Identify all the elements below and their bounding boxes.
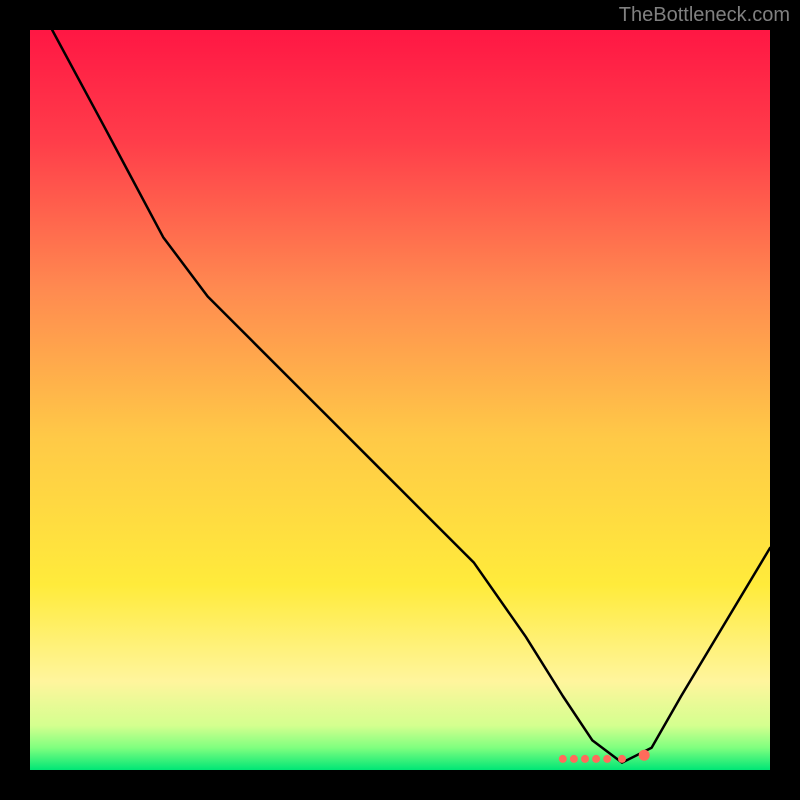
data-marker <box>603 755 611 763</box>
data-marker <box>581 755 589 763</box>
data-marker <box>639 750 650 761</box>
data-marker <box>618 755 626 763</box>
chart-svg <box>30 30 770 770</box>
data-marker <box>559 755 567 763</box>
data-marker <box>592 755 600 763</box>
chart-container: TheBottleneck.com <box>0 0 800 800</box>
data-marker <box>570 755 578 763</box>
plot-area <box>30 30 770 770</box>
watermark-text: TheBottleneck.com <box>619 4 790 27</box>
gradient-background <box>30 30 770 770</box>
